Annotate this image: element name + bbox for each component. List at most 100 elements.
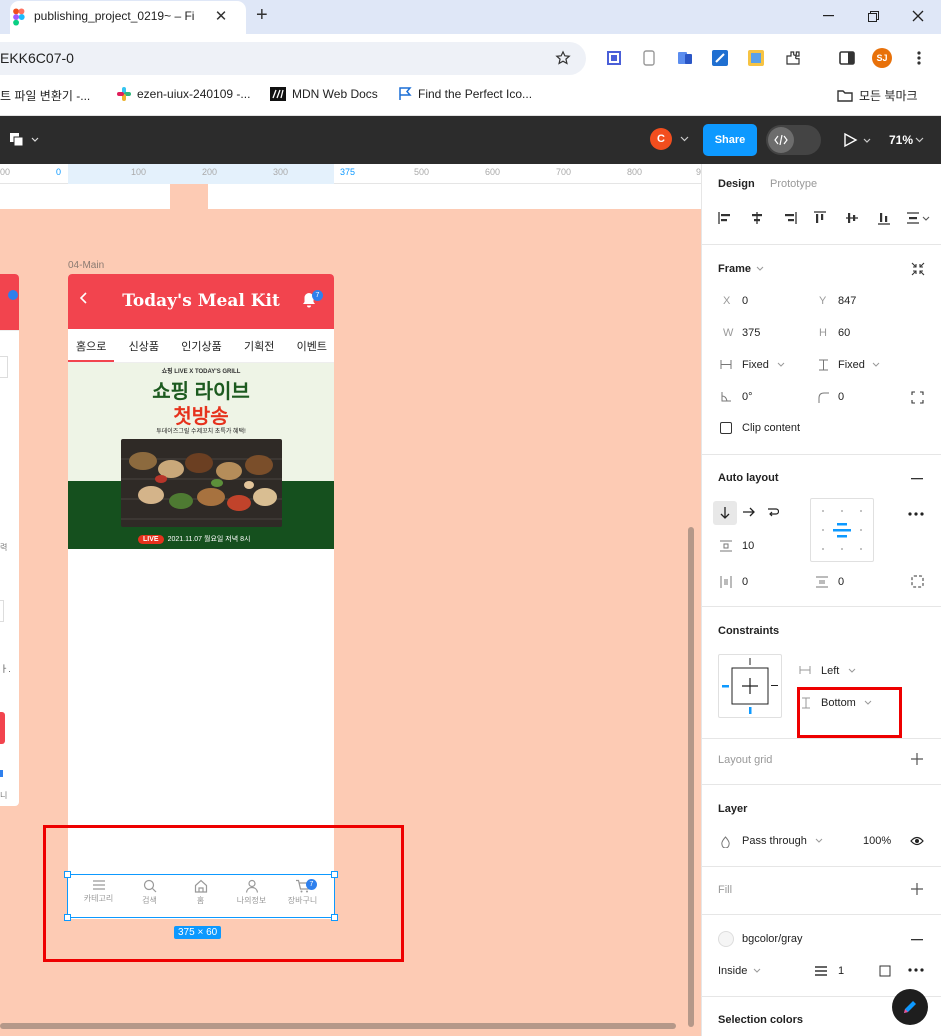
stroke-weight-input[interactable]: 1 (838, 965, 844, 977)
add-layout-grid-icon[interactable] (911, 753, 923, 765)
bookmark-item[interactable]: ezen-uiux-240109 -... (117, 87, 250, 101)
bookmark-item[interactable]: Find the Perfect Ico... (398, 87, 532, 101)
more-options-icon[interactable] (908, 512, 924, 516)
constraints-widget[interactable] (718, 654, 782, 718)
mdn-icon (270, 87, 286, 101)
independent-corners-icon[interactable] (911, 391, 924, 404)
align-bottom-icon[interactable] (877, 211, 891, 225)
chevron-down-icon[interactable] (777, 362, 785, 367)
skewer-food-image (121, 439, 282, 527)
rotation-input[interactable]: 0° (742, 391, 753, 403)
chevron-down-icon[interactable] (680, 136, 689, 142)
align-center-h-icon[interactable] (750, 211, 764, 225)
tab-prototype[interactable]: Prototype (770, 178, 817, 190)
mobile-frame-main[interactable]: Today's Meal Kit 7 홈으로 신상품 인기상품 기획전 이벤트 … (68, 274, 334, 919)
chevron-down-icon[interactable] (848, 668, 856, 673)
tab-design[interactable]: Design (718, 178, 755, 190)
horizontal-scrollbar[interactable] (0, 1023, 676, 1029)
chevron-down-icon[interactable] (815, 838, 823, 843)
chevron-down-icon[interactable] (915, 137, 924, 143)
stroke-color-swatch[interactable] (718, 931, 734, 947)
extensions-puzzle-icon[interactable] (782, 48, 804, 68)
blend-mode-select[interactable]: Pass through (742, 835, 807, 847)
align-right-icon[interactable] (783, 211, 797, 225)
align-top-icon[interactable] (813, 211, 827, 225)
vertical-scrollbar[interactable] (688, 527, 694, 1027)
canvas-top-frame (0, 184, 701, 209)
distribute-icon[interactable] (906, 211, 930, 225)
extension-image-icon[interactable] (745, 48, 767, 68)
all-bookmarks[interactable]: 모든 북마크 (837, 87, 918, 104)
star-bookmark-icon[interactable] (552, 48, 574, 68)
extension-responsive-icon[interactable] (674, 48, 696, 68)
y-input[interactable]: 847 (838, 295, 856, 307)
resize-to-fit-icon[interactable] (911, 262, 925, 276)
close-window-icon[interactable] (895, 0, 941, 32)
dev-pencil-button[interactable] (892, 989, 928, 1025)
stroke-sides-icon[interactable] (879, 965, 891, 977)
gap-input[interactable]: 10 (742, 540, 754, 552)
user-avatar[interactable]: C (650, 128, 672, 150)
padding-vertical-input[interactable]: 0 (838, 576, 844, 588)
x-input[interactable]: 0 (742, 295, 748, 307)
extension-screenshot-icon[interactable] (603, 48, 625, 68)
direction-horizontal-icon[interactable] (743, 507, 755, 517)
tab-close-icon[interactable]: ✕ (210, 5, 232, 27)
menu-item-new[interactable]: 신상품 (129, 329, 159, 362)
play-icon[interactable] (843, 132, 873, 148)
chevron-down-icon[interactable] (753, 968, 761, 973)
minimize-icon[interactable] (805, 0, 851, 32)
clip-content-label[interactable]: Clip content (742, 422, 800, 434)
vertical-sizing-select[interactable]: Fixed (838, 359, 865, 371)
align-left-icon[interactable] (718, 211, 732, 225)
url-text[interactable]: EKK6C07-0 (0, 50, 74, 66)
zoom-level[interactable]: 71% (889, 133, 913, 147)
remove-auto-layout-icon[interactable] (911, 478, 923, 480)
opacity-input[interactable]: 100% (863, 835, 891, 847)
horizontal-sizing-select[interactable]: Fixed (742, 359, 769, 371)
chevron-down-icon[interactable] (756, 266, 764, 271)
live-date: 2021.11.07 월요일 저녁 8시 (167, 536, 251, 543)
clip-content-checkbox[interactable] (720, 422, 732, 434)
h-input[interactable]: 60 (838, 327, 850, 339)
individual-padding-icon[interactable] (911, 575, 924, 588)
menu-item-popular[interactable]: 인기상품 (181, 329, 221, 362)
remove-stroke-icon[interactable] (911, 939, 923, 941)
main-menu-icon[interactable] (10, 133, 40, 147)
menu-item-home[interactable]: 홈으로 (68, 329, 115, 362)
address-bar[interactable] (0, 42, 586, 75)
align-center-v-icon[interactable] (845, 211, 859, 225)
chevron-down-icon[interactable] (872, 362, 880, 367)
horizontal-constraint-select[interactable]: Left (821, 665, 839, 677)
radius-input[interactable]: 0 (838, 391, 844, 403)
direction-wrap-icon[interactable] (767, 507, 779, 517)
menu-item-special[interactable]: 기획전 (244, 329, 274, 362)
frame-label[interactable]: 04-Main (68, 260, 104, 271)
bookmark-item[interactable]: 트 파일 변환기 -... (0, 87, 90, 104)
restore-icon[interactable] (850, 0, 896, 32)
stroke-position-select[interactable]: Inside (718, 965, 747, 977)
share-button[interactable]: Share (703, 124, 757, 156)
extension-colorpicker-icon[interactable] (709, 48, 731, 68)
menu-item-event[interactable]: 이벤트 (297, 329, 327, 362)
w-input[interactable]: 375 (742, 327, 760, 339)
extension-device-icon[interactable] (638, 48, 660, 68)
frame-title[interactable]: Frame (718, 263, 751, 275)
alignment-grid[interactable] (810, 498, 874, 562)
design-canvas[interactable]: 00 0 100 200 300 375 500 600 700 800 9 력… (0, 164, 701, 1036)
live-shopping-banner[interactable]: 쇼핑 LIVE X TODAY'S GRILL 쇼핑 라이브 첫방송 투데이즈그… (68, 363, 334, 549)
more-menu-icon[interactable] (908, 48, 930, 68)
horizontal-constraint-icon (799, 666, 811, 674)
padding-horizontal-input[interactable]: 0 (742, 576, 748, 588)
previous-frame[interactable]: 력 ㅏ. 니 (0, 274, 19, 806)
stroke-more-icon[interactable] (908, 968, 924, 972)
stroke-style-name[interactable]: bgcolor/gray (742, 933, 803, 945)
eye-icon[interactable] (910, 836, 924, 846)
new-tab-icon[interactable]: + (256, 5, 274, 27)
profile-avatar[interactable]: SJ (872, 48, 892, 68)
add-fill-icon[interactable] (911, 883, 923, 895)
bookmark-item[interactable]: MDN Web Docs (270, 87, 378, 101)
spacing-icon (720, 540, 732, 552)
side-panel-icon[interactable] (836, 48, 858, 68)
direction-vertical-icon[interactable] (713, 501, 737, 525)
